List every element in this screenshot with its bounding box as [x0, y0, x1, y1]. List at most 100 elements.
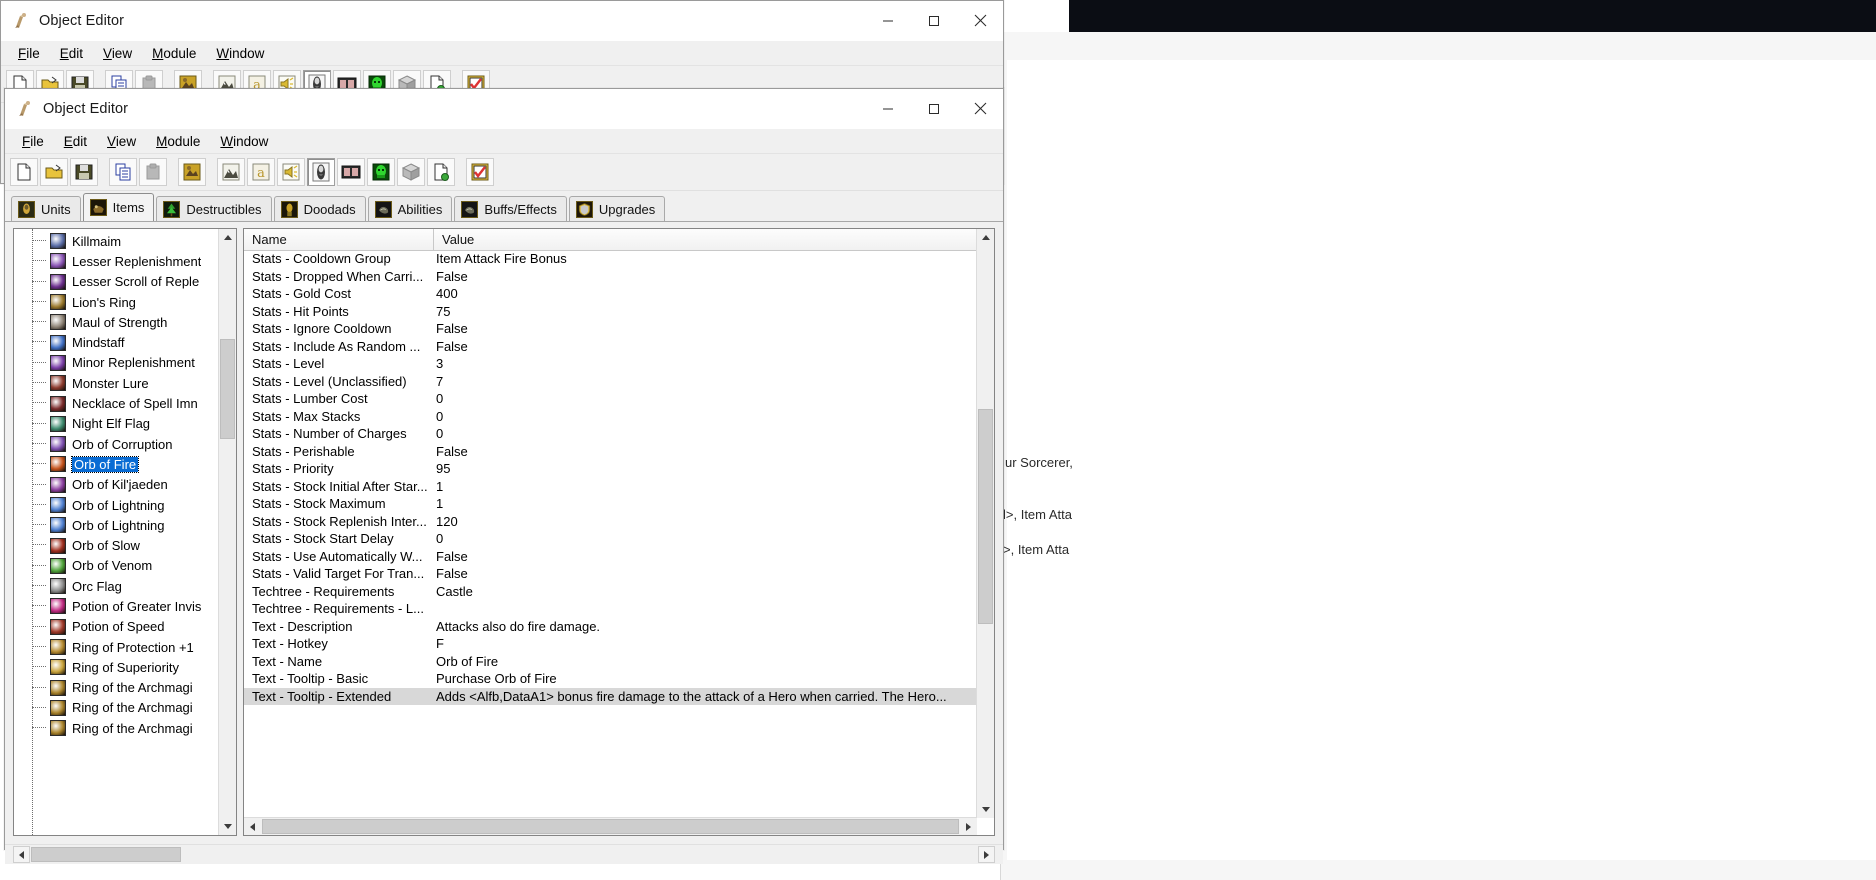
property-row[interactable]: Stats - Hit Points 75 — [244, 303, 977, 321]
property-row[interactable]: Stats - Lumber Cost 0 — [244, 390, 977, 408]
property-value[interactable]: 1 — [434, 496, 977, 511]
tree-item[interactable]: Orb of Venom — [14, 556, 219, 576]
properties-hscroll-thumb[interactable] — [262, 819, 959, 834]
tree-item[interactable]: Ring of the Archmagi — [14, 678, 219, 698]
menu-window-front[interactable]: Window — [211, 132, 277, 151]
copy-button[interactable] — [109, 158, 137, 186]
property-row[interactable]: Techtree - Requirements Castle — [244, 583, 977, 601]
property-value[interactable]: 95 — [434, 461, 977, 476]
tree-item[interactable]: Necklace of Spell Imn — [14, 393, 219, 413]
save-file-button[interactable] — [70, 158, 98, 186]
property-row[interactable]: Stats - Valid Target For Tran... False — [244, 565, 977, 583]
menu-file-back[interactable]: File — [9, 44, 49, 63]
tree-item[interactable]: Orb of Fire — [14, 454, 219, 474]
property-value[interactable]: False — [434, 444, 977, 459]
tab-destructibles[interactable]: Destructibles — [156, 196, 272, 221]
paste-button[interactable] — [139, 158, 167, 186]
tree-item[interactable]: Mindstaff — [14, 332, 219, 352]
tab-abilities[interactable]: Abilities — [367, 196, 453, 221]
properties-scroll-right-button[interactable] — [960, 818, 977, 835]
column-header-value[interactable]: Value — [434, 229, 994, 250]
titlebar-back[interactable]: Object Editor — [1, 1, 1003, 41]
tab-units[interactable]: Units — [11, 196, 81, 221]
properties-scroll-thumb[interactable] — [978, 409, 993, 624]
properties-scroll-down-button[interactable] — [977, 801, 994, 818]
tree-item[interactable]: Lesser Scroll of Reple — [14, 272, 219, 292]
menu-view-back[interactable]: View — [94, 44, 141, 63]
ai-editor-button[interactable] — [367, 158, 395, 186]
property-row[interactable]: Stats - Use Automatically W... False — [244, 548, 977, 566]
property-value[interactable]: Attacks also do fire damage. — [434, 619, 977, 634]
property-row[interactable]: Stats - Perishable False — [244, 443, 977, 461]
tree-item[interactable]: Ring of the Archmagi — [14, 698, 219, 718]
object-editor-button[interactable] — [307, 158, 335, 186]
property-row[interactable]: Stats - Priority 95 — [244, 460, 977, 478]
minimize-button-front[interactable] — [865, 89, 911, 128]
tree-item[interactable]: Lion's Ring — [14, 292, 219, 312]
properties-scroll-up-button[interactable] — [977, 229, 994, 246]
property-value[interactable]: 120 — [434, 514, 977, 529]
window-hscroll-thumb[interactable] — [31, 847, 181, 862]
property-value[interactable]: 0 — [434, 531, 977, 546]
property-row[interactable]: Text - Tooltip - Basic Purchase Orb of Fi… — [244, 670, 977, 688]
property-row[interactable]: Text - Hotkey F — [244, 635, 977, 653]
tree-scroll-thumb[interactable] — [220, 339, 235, 439]
toolbar-front[interactable]: a — [5, 154, 1003, 191]
campaign-editor-button[interactable] — [337, 158, 365, 186]
tab-doodads[interactable]: Doodads — [273, 196, 366, 221]
tree-item[interactable]: Orb of Lightning — [14, 515, 219, 535]
tree-item[interactable]: Monster Lure — [14, 373, 219, 393]
properties-scroll-left-button[interactable] — [244, 818, 261, 835]
test-map-button[interactable] — [466, 158, 494, 186]
property-value[interactable]: 7 — [434, 374, 977, 389]
properties-vertical-scrollbar[interactable] — [976, 229, 994, 818]
property-row[interactable]: Text - Tooltip - Extended Adds <Alfb,Data… — [244, 687, 977, 705]
property-row[interactable]: Stats - Ignore Cooldown False — [244, 320, 977, 338]
properties-horizontal-scrollbar[interactable] — [244, 817, 977, 835]
property-row[interactable]: Stats - Include As Random ... False — [244, 338, 977, 356]
property-row[interactable]: Stats - Stock Replenish Inter... 120 — [244, 513, 977, 531]
property-row[interactable]: Stats - Level 3 — [244, 355, 977, 373]
tree-item[interactable]: Killmaim — [14, 231, 219, 251]
property-row[interactable]: Stats - Stock Initial After Star... 1 — [244, 478, 977, 496]
property-row[interactable]: Text - Name Orb of Fire — [244, 653, 977, 671]
property-row[interactable]: Stats - Stock Maximum 1 — [244, 495, 977, 513]
properties-panel[interactable]: Name Value Stats - Cooldown Group Item At… — [243, 228, 995, 836]
properties-header[interactable]: Name Value — [244, 229, 994, 251]
window-scroll-left-button[interactable] — [13, 846, 30, 863]
property-value[interactable]: Adds <Alfb,DataA1> bonus fire damage to … — [434, 689, 977, 704]
property-row[interactable]: Stats - Number of Charges 0 — [244, 425, 977, 443]
properties-list[interactable]: Stats - Cooldown Group Item Attack Fire B… — [244, 250, 977, 818]
menu-module-front[interactable]: Module — [147, 132, 209, 151]
tab-upgrades[interactable]: Upgrades — [568, 196, 666, 221]
tree-item[interactable]: Orb of Corruption — [14, 434, 219, 454]
object-manager-button[interactable] — [397, 158, 425, 186]
property-value[interactable]: 1 — [434, 479, 977, 494]
property-value[interactable]: F — [434, 636, 977, 651]
property-value[interactable]: 0 — [434, 391, 977, 406]
tree-item[interactable]: Ring of Protection +1 — [14, 637, 219, 657]
property-row[interactable]: Text - Description Attacks also do fire d… — [244, 618, 977, 636]
tree-item[interactable]: Potion of Speed — [14, 617, 219, 637]
property-value[interactable]: False — [434, 321, 977, 336]
property-row[interactable]: Stats - Dropped When Carri... False — [244, 268, 977, 286]
property-value[interactable]: False — [434, 566, 977, 581]
tree-item[interactable]: Orb of Slow — [14, 535, 219, 555]
property-value[interactable]: 0 — [434, 409, 977, 424]
tree-scroll-up-button[interactable] — [219, 229, 236, 246]
property-value[interactable]: 400 — [434, 286, 977, 301]
property-row[interactable]: Stats - Stock Start Delay 0 — [244, 530, 977, 548]
new-file-button[interactable] — [10, 158, 38, 186]
terrain-editor-button[interactable] — [178, 158, 206, 186]
property-value[interactable]: False — [434, 549, 977, 564]
property-value[interactable]: Orb of Fire — [434, 654, 977, 669]
string-editor-button[interactable]: a — [247, 158, 275, 186]
minimize-button-back[interactable] — [865, 1, 911, 40]
menubar-front[interactable]: File Edit View Module Window — [5, 129, 1003, 154]
tree-item[interactable]: Ring of Superiority — [14, 657, 219, 677]
tree-item[interactable]: Maul of Strength — [14, 312, 219, 332]
titlebar-front[interactable]: Object Editor — [5, 89, 1003, 129]
window-scroll-right-button[interactable] — [978, 846, 995, 863]
property-row[interactable]: Techtree - Requirements - L... — [244, 600, 977, 618]
tree-item[interactable]: Ring of the Archmagi — [14, 718, 219, 738]
